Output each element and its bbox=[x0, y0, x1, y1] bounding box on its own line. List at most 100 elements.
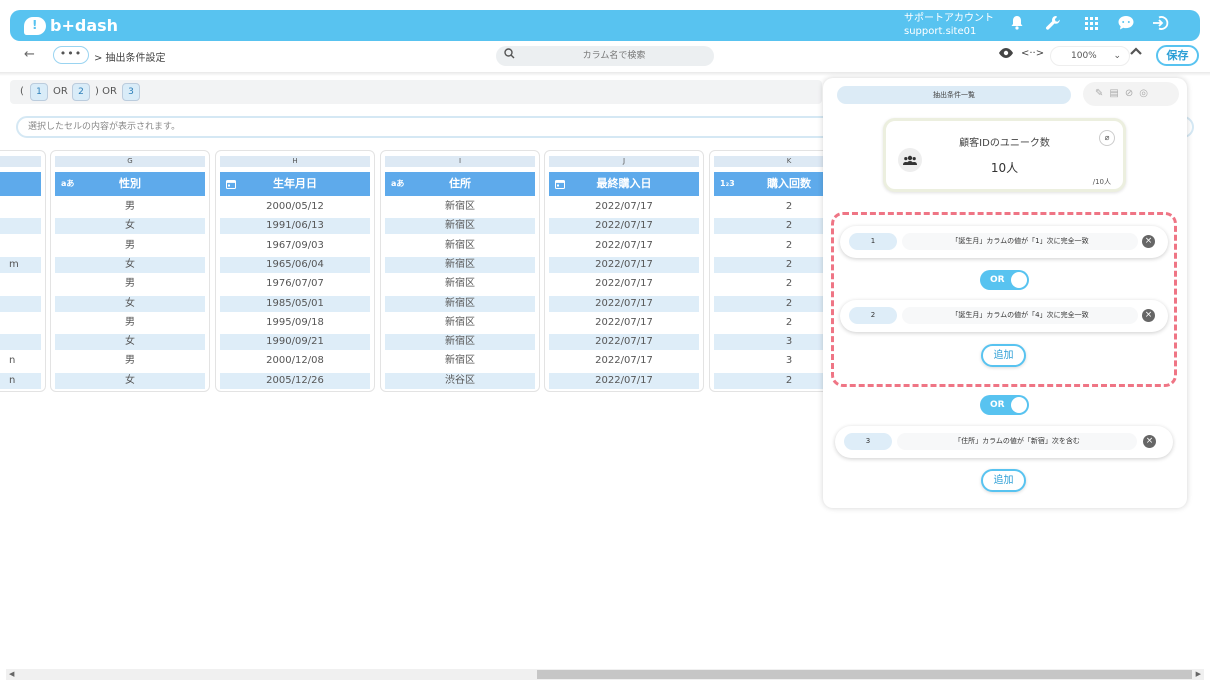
table-cell[interactable] bbox=[0, 199, 41, 215]
condition-card-3[interactable]: 3 「住所」カラムの値が「新宿」次を含む × bbox=[835, 426, 1173, 458]
column-header[interactable]: 最終購入日 bbox=[549, 172, 699, 196]
table-cell[interactable]: 渋谷区 bbox=[385, 372, 535, 389]
table-cell[interactable] bbox=[0, 276, 41, 292]
table-cell[interactable]: 1991/06/13 bbox=[220, 218, 370, 235]
scroll-right-arrow-icon[interactable]: ▶ bbox=[1196, 669, 1201, 680]
grid-column: H 生年月日 2000/05/12 1991/06/13 1967/09/03 1965/… bbox=[215, 150, 375, 392]
app-root: b+dash サポートアカウント support.site01 ← ••• > … bbox=[0, 0, 1210, 680]
close-icon[interactable]: × bbox=[1142, 235, 1155, 248]
table-cell[interactable]: 2005/12/26 bbox=[220, 372, 370, 389]
table-cell[interactable]: 新宿区 bbox=[385, 276, 535, 292]
grid-column: Iaあ 住所 新宿区 新宿区 新宿区 新宿区 新宿区 新宿区 新宿区 新宿区 新宿区 渋谷区 bbox=[380, 150, 540, 392]
table-cell[interactable]: 男 bbox=[55, 353, 205, 369]
table-cell[interactable]: 新宿区 bbox=[385, 334, 535, 351]
back-arrow-icon[interactable]: ← bbox=[24, 47, 35, 62]
table-cell[interactable]: 2022/07/17 bbox=[549, 334, 699, 351]
formula-condition-1[interactable]: 1 bbox=[30, 83, 48, 101]
table-cell[interactable]: 男 bbox=[55, 315, 205, 331]
table-cell[interactable]: 新宿区 bbox=[385, 256, 535, 273]
settings-icon[interactable]: ◎ bbox=[1139, 88, 1154, 99]
table-cell[interactable]: 2022/07/17 bbox=[549, 218, 699, 235]
chevron-up-icon[interactable] bbox=[1129, 45, 1143, 60]
table-cell[interactable]: 1995/09/18 bbox=[220, 315, 370, 331]
table-cell[interactable]: 2022/07/17 bbox=[549, 372, 699, 389]
formula-condition-2[interactable]: 2 bbox=[72, 83, 90, 101]
table-cell[interactable]: 新宿区 bbox=[385, 315, 535, 331]
table-cell[interactable]: 女 bbox=[55, 218, 205, 235]
column-letter bbox=[0, 156, 41, 167]
table-cell[interactable]: 新宿区 bbox=[385, 353, 535, 369]
search-input[interactable] bbox=[524, 49, 704, 63]
or-toggle-2[interactable]: OR bbox=[980, 395, 1029, 415]
logout-icon[interactable] bbox=[1151, 15, 1171, 35]
table-cell[interactable] bbox=[0, 334, 41, 351]
wrench-icon[interactable] bbox=[1043, 15, 1063, 35]
add-condition-button-2[interactable]: 追加 bbox=[981, 469, 1026, 492]
table-cell[interactable]: 男 bbox=[55, 238, 205, 254]
table-cell[interactable]: 1985/05/01 bbox=[220, 295, 370, 312]
column-header[interactable]: 生年月日 bbox=[220, 172, 370, 196]
table-cell[interactable]: 2022/07/17 bbox=[549, 315, 699, 331]
logo[interactable]: b+dash bbox=[24, 16, 118, 35]
top-header: b+dash サポートアカウント support.site01 bbox=[10, 10, 1200, 41]
table-cell[interactable]: 1976/07/07 bbox=[220, 276, 370, 292]
table-cell[interactable]: 新宿区 bbox=[385, 238, 535, 254]
condition-card-1[interactable]: 1 「誕生月」カラムの値が「1」次に完全一致 × bbox=[840, 226, 1168, 258]
column-header[interactable] bbox=[0, 172, 41, 196]
bell-icon[interactable] bbox=[1007, 15, 1027, 35]
table-cell[interactable]: 女 bbox=[55, 256, 205, 273]
or-toggle-1[interactable]: OR bbox=[980, 270, 1029, 290]
more-menu-button[interactable]: ••• bbox=[53, 46, 89, 64]
save-button[interactable]: 保存 bbox=[1156, 45, 1199, 66]
kpi-edit-icon[interactable]: ⌀ bbox=[1099, 130, 1115, 146]
condition-card-2[interactable]: 2 「誕生月」カラムの値が「4」次に完全一致 × bbox=[840, 300, 1168, 332]
account-info[interactable]: サポートアカウント support.site01 bbox=[904, 12, 994, 38]
table-cell[interactable] bbox=[0, 238, 41, 254]
table-cell[interactable]: 男 bbox=[55, 199, 205, 215]
table-cell[interactable]: 2022/07/17 bbox=[549, 199, 699, 215]
table-cell[interactable]: 1990/09/21 bbox=[220, 334, 370, 351]
grid-apps-icon[interactable] bbox=[1081, 15, 1101, 35]
table-cell[interactable]: n bbox=[0, 372, 41, 389]
table-cell[interactable]: 2022/07/17 bbox=[549, 238, 699, 254]
scrollbar-thumb[interactable] bbox=[537, 670, 1192, 679]
table-cell[interactable]: 2022/07/17 bbox=[549, 256, 699, 273]
column-header[interactable]: aあ 性別 bbox=[55, 172, 205, 196]
add-condition-button-1[interactable]: 追加 bbox=[981, 344, 1026, 367]
zoom-select[interactable]: 100% ⌄ bbox=[1050, 46, 1130, 66]
table-cell[interactable]: 2022/07/17 bbox=[549, 295, 699, 312]
table-cell[interactable]: 1967/09/03 bbox=[220, 238, 370, 254]
scroll-left-arrow-icon[interactable]: ◀ bbox=[9, 669, 14, 680]
table-cell[interactable]: 女 bbox=[55, 334, 205, 351]
table-cell[interactable]: 新宿区 bbox=[385, 199, 535, 215]
table-cell[interactable] bbox=[0, 218, 41, 235]
table-cell[interactable]: 女 bbox=[55, 372, 205, 389]
visibility-off-icon[interactable]: ⊘ bbox=[1125, 88, 1139, 99]
grid-column: J 最終購入日 2022/07/17 2022/07/17 2022/07/17 2022… bbox=[544, 150, 704, 392]
paint-icon[interactable]: ✎ bbox=[1095, 88, 1109, 99]
table-cell[interactable]: n bbox=[0, 353, 41, 369]
condition-number: 1 bbox=[849, 233, 897, 250]
table-cell[interactable]: 2022/07/17 bbox=[549, 276, 699, 292]
table-cell[interactable]: 新宿区 bbox=[385, 295, 535, 312]
table-cell[interactable]: 2000/12/08 bbox=[220, 353, 370, 369]
column-search[interactable] bbox=[496, 46, 714, 66]
table-cell[interactable]: 2000/05/12 bbox=[220, 199, 370, 215]
table-cell[interactable] bbox=[0, 295, 41, 312]
table-cell[interactable]: 1965/06/04 bbox=[220, 256, 370, 273]
eye-icon[interactable] bbox=[998, 47, 1014, 63]
table-cell[interactable]: 2022/07/17 bbox=[549, 353, 699, 369]
code-view-icon[interactable]: <··> bbox=[1021, 48, 1044, 59]
table-cell[interactable]: m bbox=[0, 256, 41, 273]
table-cell[interactable]: 男 bbox=[55, 276, 205, 292]
close-icon[interactable]: × bbox=[1142, 309, 1155, 322]
table-cell[interactable]: 女 bbox=[55, 295, 205, 312]
column-header[interactable]: aあ 住所 bbox=[385, 172, 535, 196]
horizontal-scrollbar[interactable]: ◀ ▶ bbox=[6, 669, 1204, 680]
table-cell[interactable]: 新宿区 bbox=[385, 218, 535, 235]
table-cell[interactable] bbox=[0, 315, 41, 331]
document-icon[interactable]: ▤ bbox=[1109, 88, 1124, 99]
chat-support-icon[interactable] bbox=[1116, 15, 1136, 35]
close-icon[interactable]: × bbox=[1143, 435, 1156, 448]
formula-condition-3[interactable]: 3 bbox=[122, 83, 140, 101]
